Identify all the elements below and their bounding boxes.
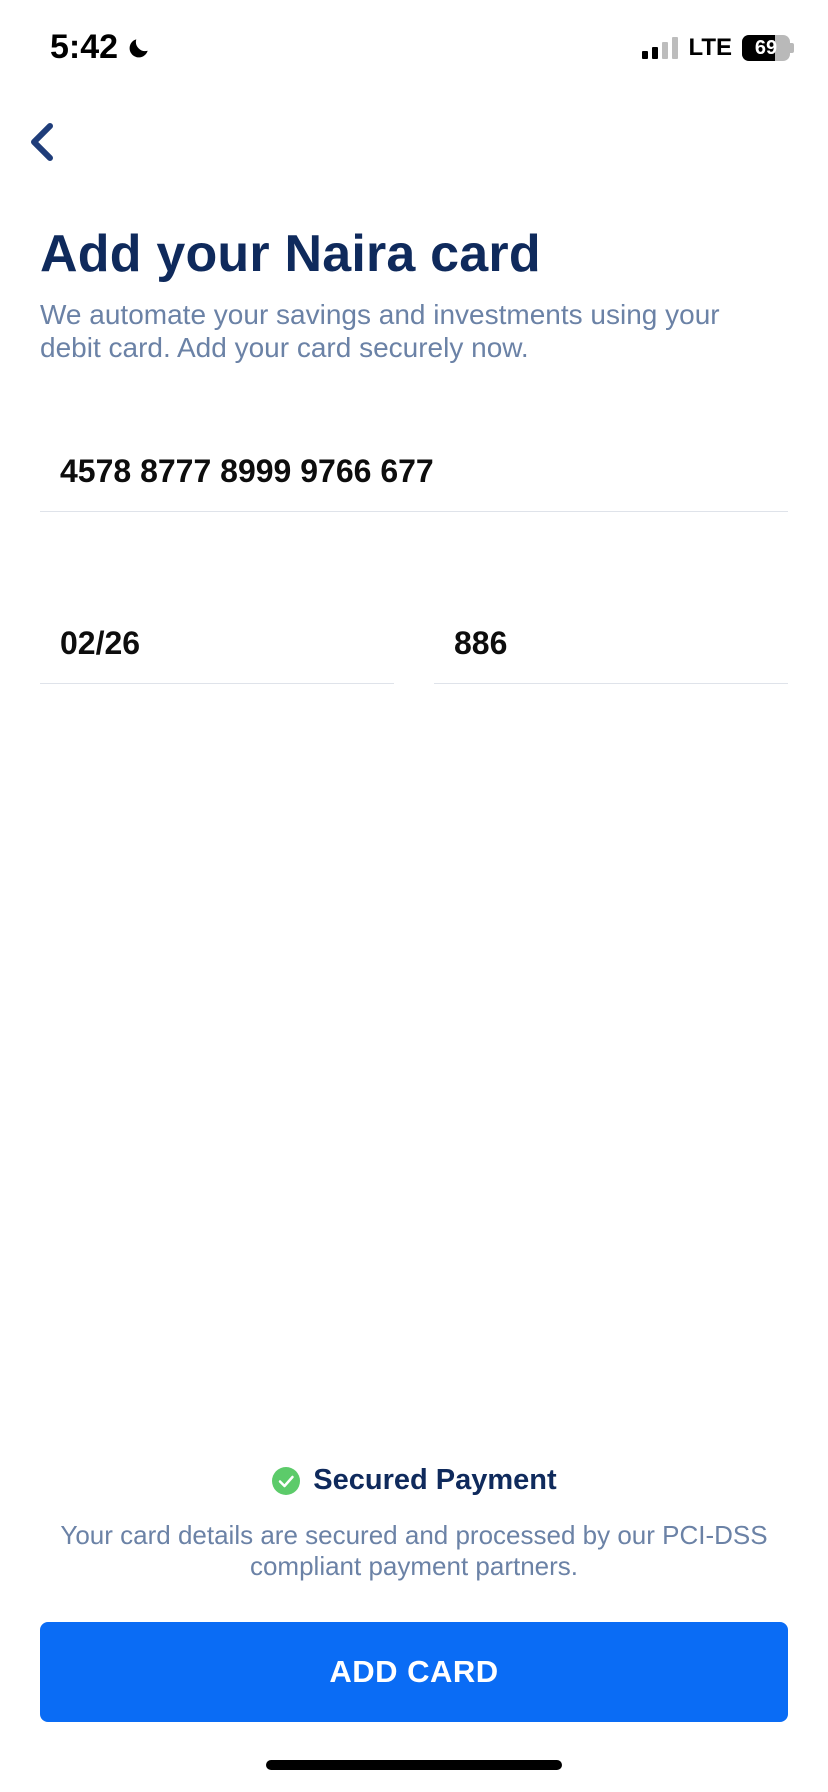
add-card-screen: 5:42 LTE 69 Add your Naira card We autom… [0,0,828,1792]
security-note: Your card details are secured and proces… [60,1520,768,1581]
card-number-field[interactable]: 4578 8777 8999 9766 677 [40,432,788,512]
back-icon[interactable] [22,118,62,166]
page-title: Add your Naira card [40,225,541,283]
card-number-value: 4578 8777 8999 9766 677 [60,453,434,489]
secured-payment-badge: Secured Payment [0,1464,828,1497]
cvv-field[interactable]: 886 [434,604,788,684]
expiry-date-field[interactable]: 02/26 [40,604,394,684]
cvv-value: 886 [454,625,508,661]
home-indicator [266,1760,562,1770]
status-bar: 5:42 LTE 69 [0,0,828,100]
battery-icon: 69 [742,35,790,61]
page-subtitle: We automate your savings and investments… [40,299,720,363]
signal-icon [642,37,679,59]
status-time: 5:42 [50,28,152,67]
moon-icon [129,38,148,57]
battery-percent: 69 [754,36,778,59]
check-circle-icon [272,1466,301,1495]
clock: 5:42 [50,28,119,66]
add-card-button[interactable]: ADD CARD [40,1622,788,1722]
secured-payment-label: Secured Payment [313,1464,557,1496]
network-type: LTE [688,34,732,61]
status-indicators: LTE 69 [642,34,794,62]
expiry-date-value: 02/26 [60,625,141,661]
